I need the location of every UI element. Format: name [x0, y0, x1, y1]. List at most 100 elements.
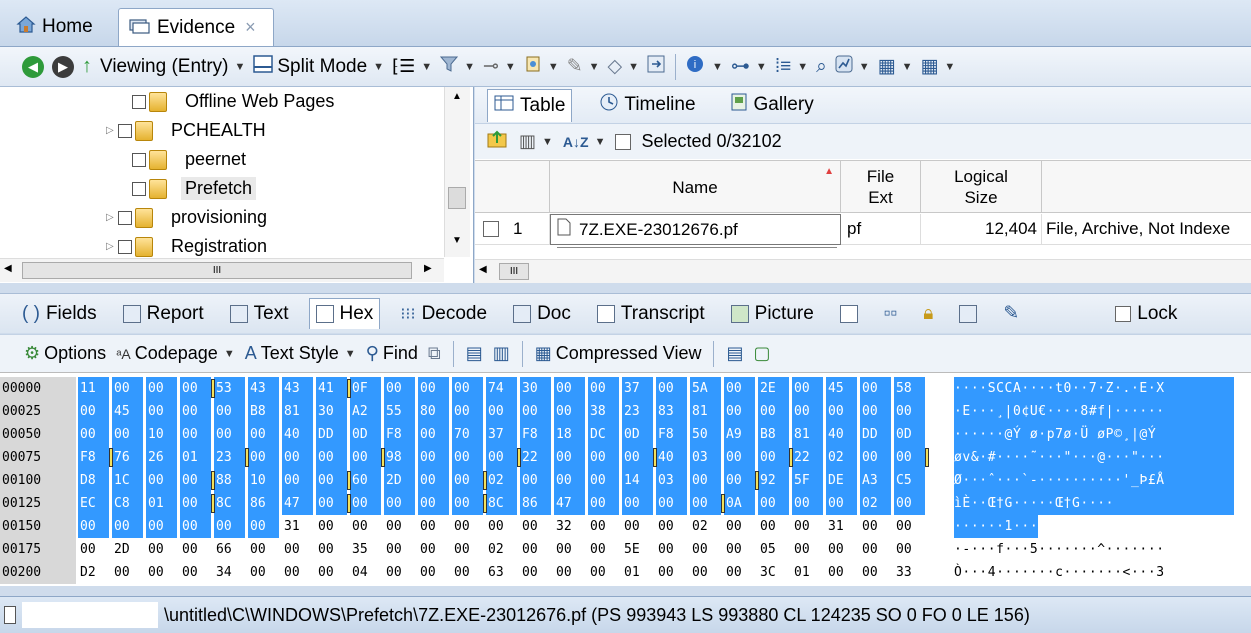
- hex-byte[interactable]: 00: [894, 515, 925, 538]
- hex-byte[interactable]: F8: [656, 423, 687, 446]
- forward-icon[interactable]: ▶: [52, 55, 74, 78]
- hex-byte[interactable]: 00: [248, 446, 279, 469]
- hex-byte[interactable]: 00: [282, 469, 313, 492]
- tab-console[interactable]: [834, 301, 864, 327]
- hex-byte[interactable]: 74: [486, 377, 517, 400]
- hex-byte[interactable]: 00: [520, 469, 551, 492]
- hex-byte[interactable]: 40: [282, 423, 313, 446]
- up-arrow-icon[interactable]: ↑: [82, 55, 92, 78]
- hex-byte[interactable]: 00: [350, 515, 381, 538]
- hex-byte[interactable]: 38: [588, 400, 619, 423]
- hex-byte[interactable]: 00: [520, 538, 551, 561]
- hex-byte[interactable]: 30: [316, 400, 347, 423]
- tab-report[interactable]: Report: [117, 299, 210, 329]
- bookmark-button[interactable]: ▼: [524, 55, 559, 79]
- hex-byte[interactable]: 00: [622, 446, 653, 469]
- hex-byte[interactable]: 00: [724, 561, 755, 584]
- hex-byte[interactable]: 00: [214, 423, 245, 446]
- hex-byte[interactable]: 00: [282, 446, 313, 469]
- tab-text[interactable]: Text: [224, 299, 295, 329]
- hex-byte[interactable]: 2D: [112, 538, 143, 561]
- hex-byte[interactable]: DC: [588, 423, 619, 446]
- hex-byte[interactable]: 00: [554, 561, 585, 584]
- hex-byte[interactable]: 03: [656, 469, 687, 492]
- hex-byte[interactable]: 02: [826, 446, 857, 469]
- hex-byte[interactable]: 98: [384, 446, 415, 469]
- hex-byte[interactable]: 00: [316, 561, 347, 584]
- hex-byte[interactable]: 83: [656, 400, 687, 423]
- report-button[interactable]: ▦ ▼: [878, 55, 913, 78]
- hex-byte[interactable]: 37: [486, 423, 517, 446]
- hex-byte[interactable]: 0D: [894, 423, 925, 446]
- hex-byte[interactable]: 10: [248, 469, 279, 492]
- hex-byte[interactable]: 00: [452, 469, 483, 492]
- hex-byte[interactable]: 00: [588, 515, 619, 538]
- tree-vscroll-thumb[interactable]: [448, 187, 466, 209]
- hex-byte[interactable]: 00: [792, 538, 823, 561]
- hex-byte[interactable]: 00: [418, 561, 449, 584]
- tab-timeline[interactable]: Timeline: [594, 89, 701, 121]
- hex-byte[interactable]: 00: [248, 538, 279, 561]
- hex-byte[interactable]: 00: [316, 446, 347, 469]
- hex-byte[interactable]: F8: [384, 423, 415, 446]
- hex-byte[interactable]: 00: [656, 515, 687, 538]
- hex-byte[interactable]: 00: [622, 515, 653, 538]
- hex-byte[interactable]: 92: [758, 469, 789, 492]
- hex-byte[interactable]: 00: [248, 423, 279, 446]
- sort-button[interactable]: A↓Z ▼: [563, 134, 606, 150]
- hex-byte[interactable]: DD: [316, 423, 347, 446]
- hex-byte[interactable]: 01: [146, 492, 177, 515]
- hex-byte[interactable]: 00: [316, 469, 347, 492]
- hex-byte[interactable]: 00: [418, 377, 449, 400]
- hex-byte[interactable]: 8C: [214, 492, 245, 515]
- hex-byte[interactable]: 45: [112, 400, 143, 423]
- tab-fields[interactable]: ( ) Fields: [16, 299, 103, 329]
- hex-byte[interactable]: 43: [248, 377, 279, 400]
- hex-byte[interactable]: 00: [316, 538, 347, 561]
- hex-byte[interactable]: 40: [656, 446, 687, 469]
- hex-byte[interactable]: 00: [758, 515, 789, 538]
- hex-byte[interactable]: 00: [724, 515, 755, 538]
- lock-checkbox[interactable]: [1115, 305, 1132, 322]
- hex-byte[interactable]: 81: [282, 400, 313, 423]
- codepage-dropdown[interactable]: ᵃA Codepage ▼: [116, 343, 235, 364]
- viewing-dropdown[interactable]: Viewing (Entry) ▼: [100, 56, 245, 78]
- tab-picture[interactable]: Picture: [725, 299, 820, 329]
- tab-list[interactable]: [953, 301, 983, 327]
- hex-byte[interactable]: 00: [452, 538, 483, 561]
- hex-byte[interactable]: 00: [146, 538, 177, 561]
- hex-byte[interactable]: 00: [656, 561, 687, 584]
- hex-byte[interactable]: 43: [282, 377, 313, 400]
- hex-byte[interactable]: 00: [860, 446, 891, 469]
- row-checkbox[interactable]: [483, 221, 499, 237]
- tab-lock-icon[interactable]: 🔒︎: [917, 299, 939, 329]
- hex-byte[interactable]: 01: [622, 561, 653, 584]
- hex-byte[interactable]: 23: [622, 400, 653, 423]
- hex-byte[interactable]: 00: [588, 492, 619, 515]
- hex-byte[interactable]: 00: [690, 492, 721, 515]
- hex-byte[interactable]: 00: [894, 538, 925, 561]
- hex-byte[interactable]: 00: [792, 377, 823, 400]
- hex-byte[interactable]: EC: [78, 492, 109, 515]
- tree-horizontal-scrollbar[interactable]: ◀ III ▶: [0, 258, 444, 282]
- hex-byte[interactable]: 14: [622, 469, 653, 492]
- hex-byte[interactable]: 47: [554, 492, 585, 515]
- hex-byte[interactable]: 00: [112, 377, 143, 400]
- scroll-up-icon[interactable]: ▲: [452, 91, 462, 102]
- hex-byte[interactable]: 04: [350, 561, 381, 584]
- hex-byte[interactable]: 32: [554, 515, 585, 538]
- hex-byte[interactable]: 31: [282, 515, 313, 538]
- hex-byte[interactable]: 18: [554, 423, 585, 446]
- hex-byte[interactable]: 00: [520, 400, 551, 423]
- list-options-button[interactable]: ⁅☰ ▼: [392, 56, 432, 77]
- hex-byte[interactable]: 00: [180, 423, 211, 446]
- hex-byte[interactable]: B8: [248, 400, 279, 423]
- hex-byte[interactable]: 00: [452, 492, 483, 515]
- hex-byte[interactable]: 23: [214, 446, 245, 469]
- hex-byte[interactable]: 00: [554, 446, 585, 469]
- hex-byte[interactable]: 00: [588, 538, 619, 561]
- copy-icon[interactable]: ⧉: [428, 343, 441, 364]
- hex-byte[interactable]: 11: [78, 377, 109, 400]
- hex-byte[interactable]: 00: [248, 515, 279, 538]
- hex-byte[interactable]: 00: [826, 400, 857, 423]
